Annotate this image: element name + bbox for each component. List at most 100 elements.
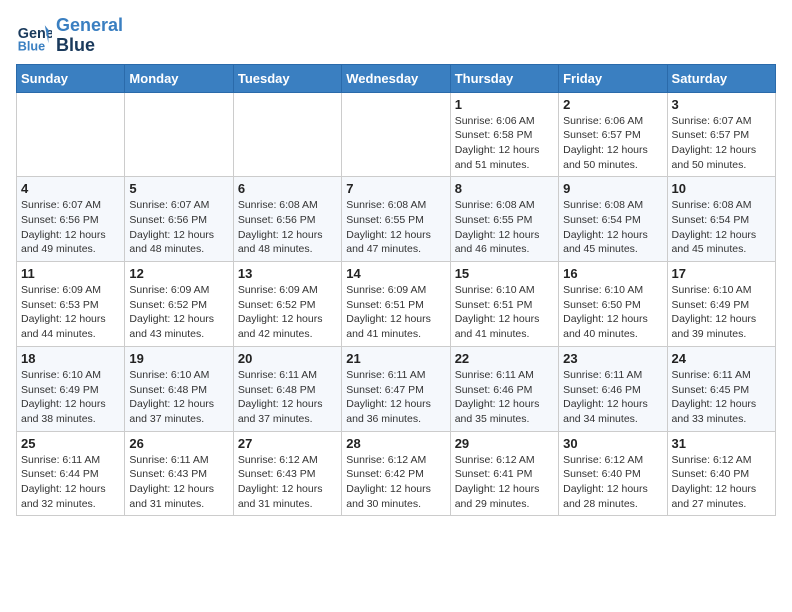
day-number: 11 [21,266,120,281]
calendar-cell [233,92,341,177]
calendar-cell: 26Sunrise: 6:11 AM Sunset: 6:43 PM Dayli… [125,431,233,516]
calendar-cell: 22 Sunrise: 6:11 AM Sunset: 6:46 PM Dayli… [450,346,558,431]
calendar-cell: 25 Sunrise: 6:11 AM Sunset: 6:44 PM Dayli… [17,431,125,516]
calendar-cell: 21Sunrise: 6:11 AM Sunset: 6:47 PM Dayli… [342,346,450,431]
calendar-week-3: 11 Sunrise: 6:09 AM Sunset: 6:53 PM Dayli… [17,262,776,347]
day-number: 31 [672,436,771,451]
day-number: 26 [129,436,228,451]
calendar-cell: 24 Sunrise: 6:11 AM Sunset: 6:45 PM Dayli… [667,346,775,431]
day-info: Sunrise: 6:12 AM Sunset: 6:41 PM Dayligh… [455,453,554,512]
day-number: 28 [346,436,445,451]
day-info: Sunrise: 6:08 AM Sunset: 6:54 PM Dayligh… [563,198,662,257]
day-info: Sunrise: 6:10 AM Sunset: 6:48 PM Dayligh… [129,368,228,427]
day-info: Sunrise: 6:11 AM Sunset: 6:44 PM Dayligh… [21,453,120,512]
svg-text:Blue: Blue [18,39,45,53]
calendar-cell: 29Sunrise: 6:12 AM Sunset: 6:41 PM Dayli… [450,431,558,516]
header-wednesday: Wednesday [342,64,450,92]
day-info: Sunrise: 6:12 AM Sunset: 6:40 PM Dayligh… [672,453,771,512]
day-number: 2 [563,97,662,112]
calendar-cell: 17 Sunrise: 6:10 AM Sunset: 6:49 PM Dayli… [667,262,775,347]
day-info: Sunrise: 6:06 AM Sunset: 6:57 PM Dayligh… [563,114,662,173]
calendar-cell: 7 Sunrise: 6:08 AM Sunset: 6:55 PM Daylig… [342,177,450,262]
calendar-header: SundayMondayTuesdayWednesdayThursdayFrid… [17,64,776,92]
calendar-week-5: 25 Sunrise: 6:11 AM Sunset: 6:44 PM Dayli… [17,431,776,516]
day-number: 23 [563,351,662,366]
day-number: 16 [563,266,662,281]
logo-text-line1: General [56,16,123,36]
calendar-cell: 13Sunrise: 6:09 AM Sunset: 6:52 PM Dayli… [233,262,341,347]
calendar-cell: 23Sunrise: 6:11 AM Sunset: 6:46 PM Dayli… [559,346,667,431]
calendar-cell: 3 Sunrise: 6:07 AM Sunset: 6:57 PM Daylig… [667,92,775,177]
calendar-cell: 9 Sunrise: 6:08 AM Sunset: 6:54 PM Daylig… [559,177,667,262]
calendar-cell: 18Sunrise: 6:10 AM Sunset: 6:49 PM Dayli… [17,346,125,431]
day-number: 17 [672,266,771,281]
calendar-cell: 27 Sunrise: 6:12 AM Sunset: 6:43 PM Dayli… [233,431,341,516]
day-number: 6 [238,181,337,196]
header-monday: Monday [125,64,233,92]
day-number: 10 [672,181,771,196]
calendar-cell [17,92,125,177]
day-info: Sunrise: 6:09 AM Sunset: 6:52 PM Dayligh… [238,283,337,342]
day-info: Sunrise: 6:10 AM Sunset: 6:49 PM Dayligh… [21,368,120,427]
day-number: 21 [346,351,445,366]
day-info: Sunrise: 6:11 AM Sunset: 6:48 PM Dayligh… [238,368,337,427]
day-number: 15 [455,266,554,281]
day-info: Sunrise: 6:08 AM Sunset: 6:54 PM Dayligh… [672,198,771,257]
logo: General Blue General Blue [16,16,123,56]
calendar-cell: 11 Sunrise: 6:09 AM Sunset: 6:53 PM Dayli… [17,262,125,347]
day-number: 14 [346,266,445,281]
logo-icon: General Blue [16,18,52,54]
calendar-week-4: 18Sunrise: 6:10 AM Sunset: 6:49 PM Dayli… [17,346,776,431]
calendar-cell: 28 Sunrise: 6:12 AM Sunset: 6:42 PM Dayli… [342,431,450,516]
day-info: Sunrise: 6:10 AM Sunset: 6:49 PM Dayligh… [672,283,771,342]
calendar-cell: 19 Sunrise: 6:10 AM Sunset: 6:48 PM Dayli… [125,346,233,431]
day-info: Sunrise: 6:11 AM Sunset: 6:45 PM Dayligh… [672,368,771,427]
calendar-cell: 2 Sunrise: 6:06 AM Sunset: 6:57 PM Daylig… [559,92,667,177]
day-number: 9 [563,181,662,196]
day-info: Sunrise: 6:11 AM Sunset: 6:46 PM Dayligh… [455,368,554,427]
day-number: 4 [21,181,120,196]
header-friday: Friday [559,64,667,92]
day-info: Sunrise: 6:09 AM Sunset: 6:52 PM Dayligh… [129,283,228,342]
day-number: 1 [455,97,554,112]
day-number: 22 [455,351,554,366]
day-info: Sunrise: 6:09 AM Sunset: 6:51 PM Dayligh… [346,283,445,342]
day-info: Sunrise: 6:07 AM Sunset: 6:56 PM Dayligh… [129,198,228,257]
calendar-cell: 30Sunrise: 6:12 AM Sunset: 6:40 PM Dayli… [559,431,667,516]
day-info: Sunrise: 6:07 AM Sunset: 6:56 PM Dayligh… [21,198,120,257]
calendar-week-1: 1Sunrise: 6:06 AM Sunset: 6:58 PM Daylig… [17,92,776,177]
calendar-cell: 1Sunrise: 6:06 AM Sunset: 6:58 PM Daylig… [450,92,558,177]
day-info: Sunrise: 6:12 AM Sunset: 6:43 PM Dayligh… [238,453,337,512]
header-tuesday: Tuesday [233,64,341,92]
calendar-week-2: 4 Sunrise: 6:07 AM Sunset: 6:56 PM Daylig… [17,177,776,262]
day-number: 20 [238,351,337,366]
day-info: Sunrise: 6:07 AM Sunset: 6:57 PM Dayligh… [672,114,771,173]
header: General Blue General Blue [16,16,776,56]
day-number: 3 [672,97,771,112]
day-info: Sunrise: 6:09 AM Sunset: 6:53 PM Dayligh… [21,283,120,342]
calendar-cell: 14 Sunrise: 6:09 AM Sunset: 6:51 PM Dayli… [342,262,450,347]
day-info: Sunrise: 6:10 AM Sunset: 6:51 PM Dayligh… [455,283,554,342]
calendar-cell [125,92,233,177]
day-info: Sunrise: 6:08 AM Sunset: 6:56 PM Dayligh… [238,198,337,257]
day-number: 19 [129,351,228,366]
logo-text-line2: Blue [56,36,123,56]
day-info: Sunrise: 6:08 AM Sunset: 6:55 PM Dayligh… [455,198,554,257]
calendar-cell [342,92,450,177]
day-number: 7 [346,181,445,196]
calendar-cell: 8 Sunrise: 6:08 AM Sunset: 6:55 PM Daylig… [450,177,558,262]
calendar-cell: 20 Sunrise: 6:11 AM Sunset: 6:48 PM Dayli… [233,346,341,431]
day-info: Sunrise: 6:12 AM Sunset: 6:42 PM Dayligh… [346,453,445,512]
day-number: 30 [563,436,662,451]
day-number: 25 [21,436,120,451]
day-number: 24 [672,351,771,366]
calendar-cell: 16Sunrise: 6:10 AM Sunset: 6:50 PM Dayli… [559,262,667,347]
day-number: 8 [455,181,554,196]
calendar-cell: 31 Sunrise: 6:12 AM Sunset: 6:40 PM Dayli… [667,431,775,516]
calendar: SundayMondayTuesdayWednesdayThursdayFrid… [16,64,776,517]
day-number: 27 [238,436,337,451]
calendar-cell: 12Sunrise: 6:09 AM Sunset: 6:52 PM Dayli… [125,262,233,347]
day-info: Sunrise: 6:08 AM Sunset: 6:55 PM Dayligh… [346,198,445,257]
header-sunday: Sunday [17,64,125,92]
calendar-cell: 15 Sunrise: 6:10 AM Sunset: 6:51 PM Dayli… [450,262,558,347]
